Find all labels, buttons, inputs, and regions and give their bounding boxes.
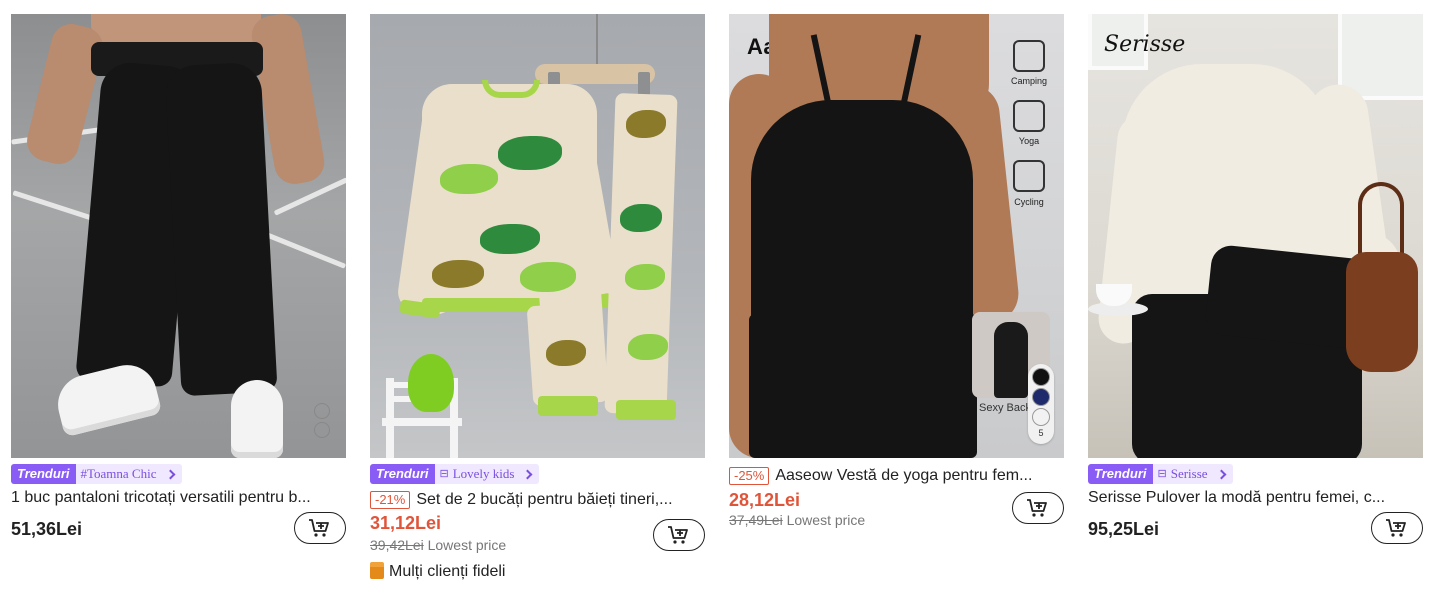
tag-label: Lovely kids [452,466,515,481]
tag-label: Serisse [1170,466,1208,481]
product-card[interactable]: Trenduri ⊟ Lovely kids -21% Set de 2 buc… [370,14,705,581]
activity-label: Camping [1010,76,1048,86]
product-title[interactable]: Aaseow Vestă de yoga pentru fem... [775,465,1064,486]
product-title[interactable]: Serisse Pulover la modă pentru femei, c.… [1088,487,1423,508]
add-to-cart-button[interactable] [653,519,705,551]
product-image[interactable]: Serisse [1088,14,1423,458]
chevron-right-icon [165,469,175,479]
color-swatch-black[interactable] [314,403,330,419]
add-to-cart-icon [668,526,688,544]
add-to-cart-button[interactable] [294,512,346,544]
trend-badge: Trenduri [11,464,76,484]
discount-badge: -25% [729,466,770,485]
add-to-cart-button[interactable] [1012,492,1064,524]
color-swatch-black[interactable] [1032,368,1050,386]
swatch-count: 5 [1038,428,1044,438]
product-image[interactable]: Aaseow Camping Yoga Cycling Sexy Back 5 [729,14,1064,458]
product-card[interactable]: Trenduri #Toamna Chic 1 buc pantaloni tr… [11,14,346,556]
product-image[interactable] [11,14,346,458]
add-to-cart-button[interactable] [1371,512,1423,544]
old-price: 37,49Lei [729,512,783,528]
chevron-right-icon [523,469,533,479]
activity-label: Cycling [1014,197,1044,207]
image-brand-logo: Serisse [1104,32,1186,57]
color-swatch-white[interactable] [314,422,330,438]
inset-caption: Sexy Back [979,402,1031,414]
product-price: 31,12Lei [370,513,442,533]
discount-badge: -21% [370,490,411,509]
trend-badge: Trenduri [370,464,435,484]
old-price: 39,42Lei [370,537,424,553]
color-swatches[interactable]: 5 [1028,364,1054,444]
shop-icon: ⊟ [1157,468,1167,480]
activity-label: Yoga [1018,136,1040,146]
shop-icon: ⊟ [439,468,449,480]
product-price: 51,36Lei [11,519,83,539]
color-swatch-navy[interactable] [1032,388,1050,406]
loyal-customers-badge: Mulți clienți fideli [370,562,705,581]
color-swatch-white[interactable] [1032,408,1050,426]
add-to-cart-icon [1386,519,1406,537]
trend-tag[interactable]: Trenduri #Toamna Chic [11,464,346,484]
product-card[interactable]: Aaseow Camping Yoga Cycling Sexy Back 5 … [729,14,1064,534]
product-price: 28,12Lei [729,490,801,510]
lowest-price-note: Lowest price [427,537,507,553]
product-price: 95,25Lei [1088,519,1160,539]
trend-tag[interactable]: Trenduri ⊟ Serisse [1088,464,1423,484]
product-title[interactable]: Set de 2 bucăți pentru băieți tineri,... [416,489,705,510]
chevron-right-icon [1216,469,1227,479]
product-image[interactable] [370,14,705,458]
trend-tag[interactable]: Trenduri ⊟ Lovely kids [370,464,705,484]
loyal-customers-label: Mulți clienți fideli [389,563,506,580]
product-card[interactable]: Serisse Trenduri ⊟ Serisse Serisse Pulov… [1088,14,1423,556]
product-title[interactable]: 1 buc pantaloni tricotați versatili pent… [11,487,346,508]
store-icon [370,562,384,579]
add-to-cart-icon [309,519,329,537]
tag-label: #Toamna Chic [80,466,157,481]
lowest-price-note: Lowest price [786,512,866,528]
add-to-cart-icon [1027,499,1047,517]
trend-badge: Trenduri [1088,464,1153,484]
